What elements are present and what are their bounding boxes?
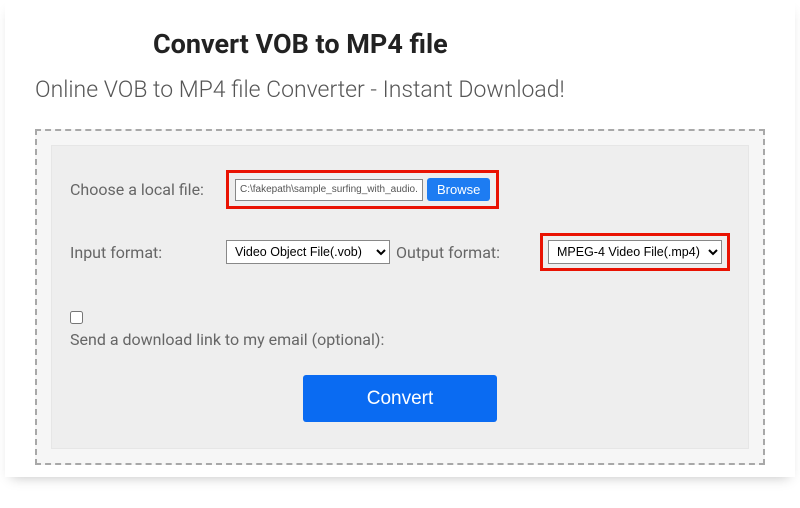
output-highlight-frame: MPEG-4 Video File(.mp4)	[540, 233, 730, 271]
output-format-select[interactable]: MPEG-4 Video File(.mp4)	[548, 240, 722, 264]
convert-row: Convert	[70, 375, 730, 422]
output-format-label: Output format:	[396, 243, 500, 262]
email-label: Send a download link to my email (option…	[70, 330, 730, 349]
page-title: Convert VOB to MP4 file	[5, 0, 795, 70]
email-checkbox[interactable]	[70, 311, 83, 324]
browse-button[interactable]: Browse	[427, 178, 490, 201]
email-row: Send a download link to my email (option…	[70, 311, 730, 349]
page-subtitle: Online VOB to MP4 file Converter - Insta…	[5, 70, 795, 121]
input-format-label: Input format:	[70, 243, 218, 262]
form-panel: Choose a local file: Browse Input format…	[51, 145, 749, 449]
input-format-select[interactable]: Video Object File(.vob)	[226, 240, 390, 264]
file-row: Choose a local file: Browse	[70, 170, 730, 209]
upload-area: Choose a local file: Browse Input format…	[35, 129, 765, 465]
format-row: Input format: Video Object File(.vob) Ou…	[70, 233, 730, 271]
convert-button[interactable]: Convert	[303, 375, 497, 422]
file-label: Choose a local file:	[70, 180, 218, 199]
file-highlight-frame: Browse	[226, 170, 499, 209]
file-path-input[interactable]	[235, 179, 423, 201]
converter-card: Convert VOB to MP4 file Online VOB to MP…	[5, 0, 795, 477]
